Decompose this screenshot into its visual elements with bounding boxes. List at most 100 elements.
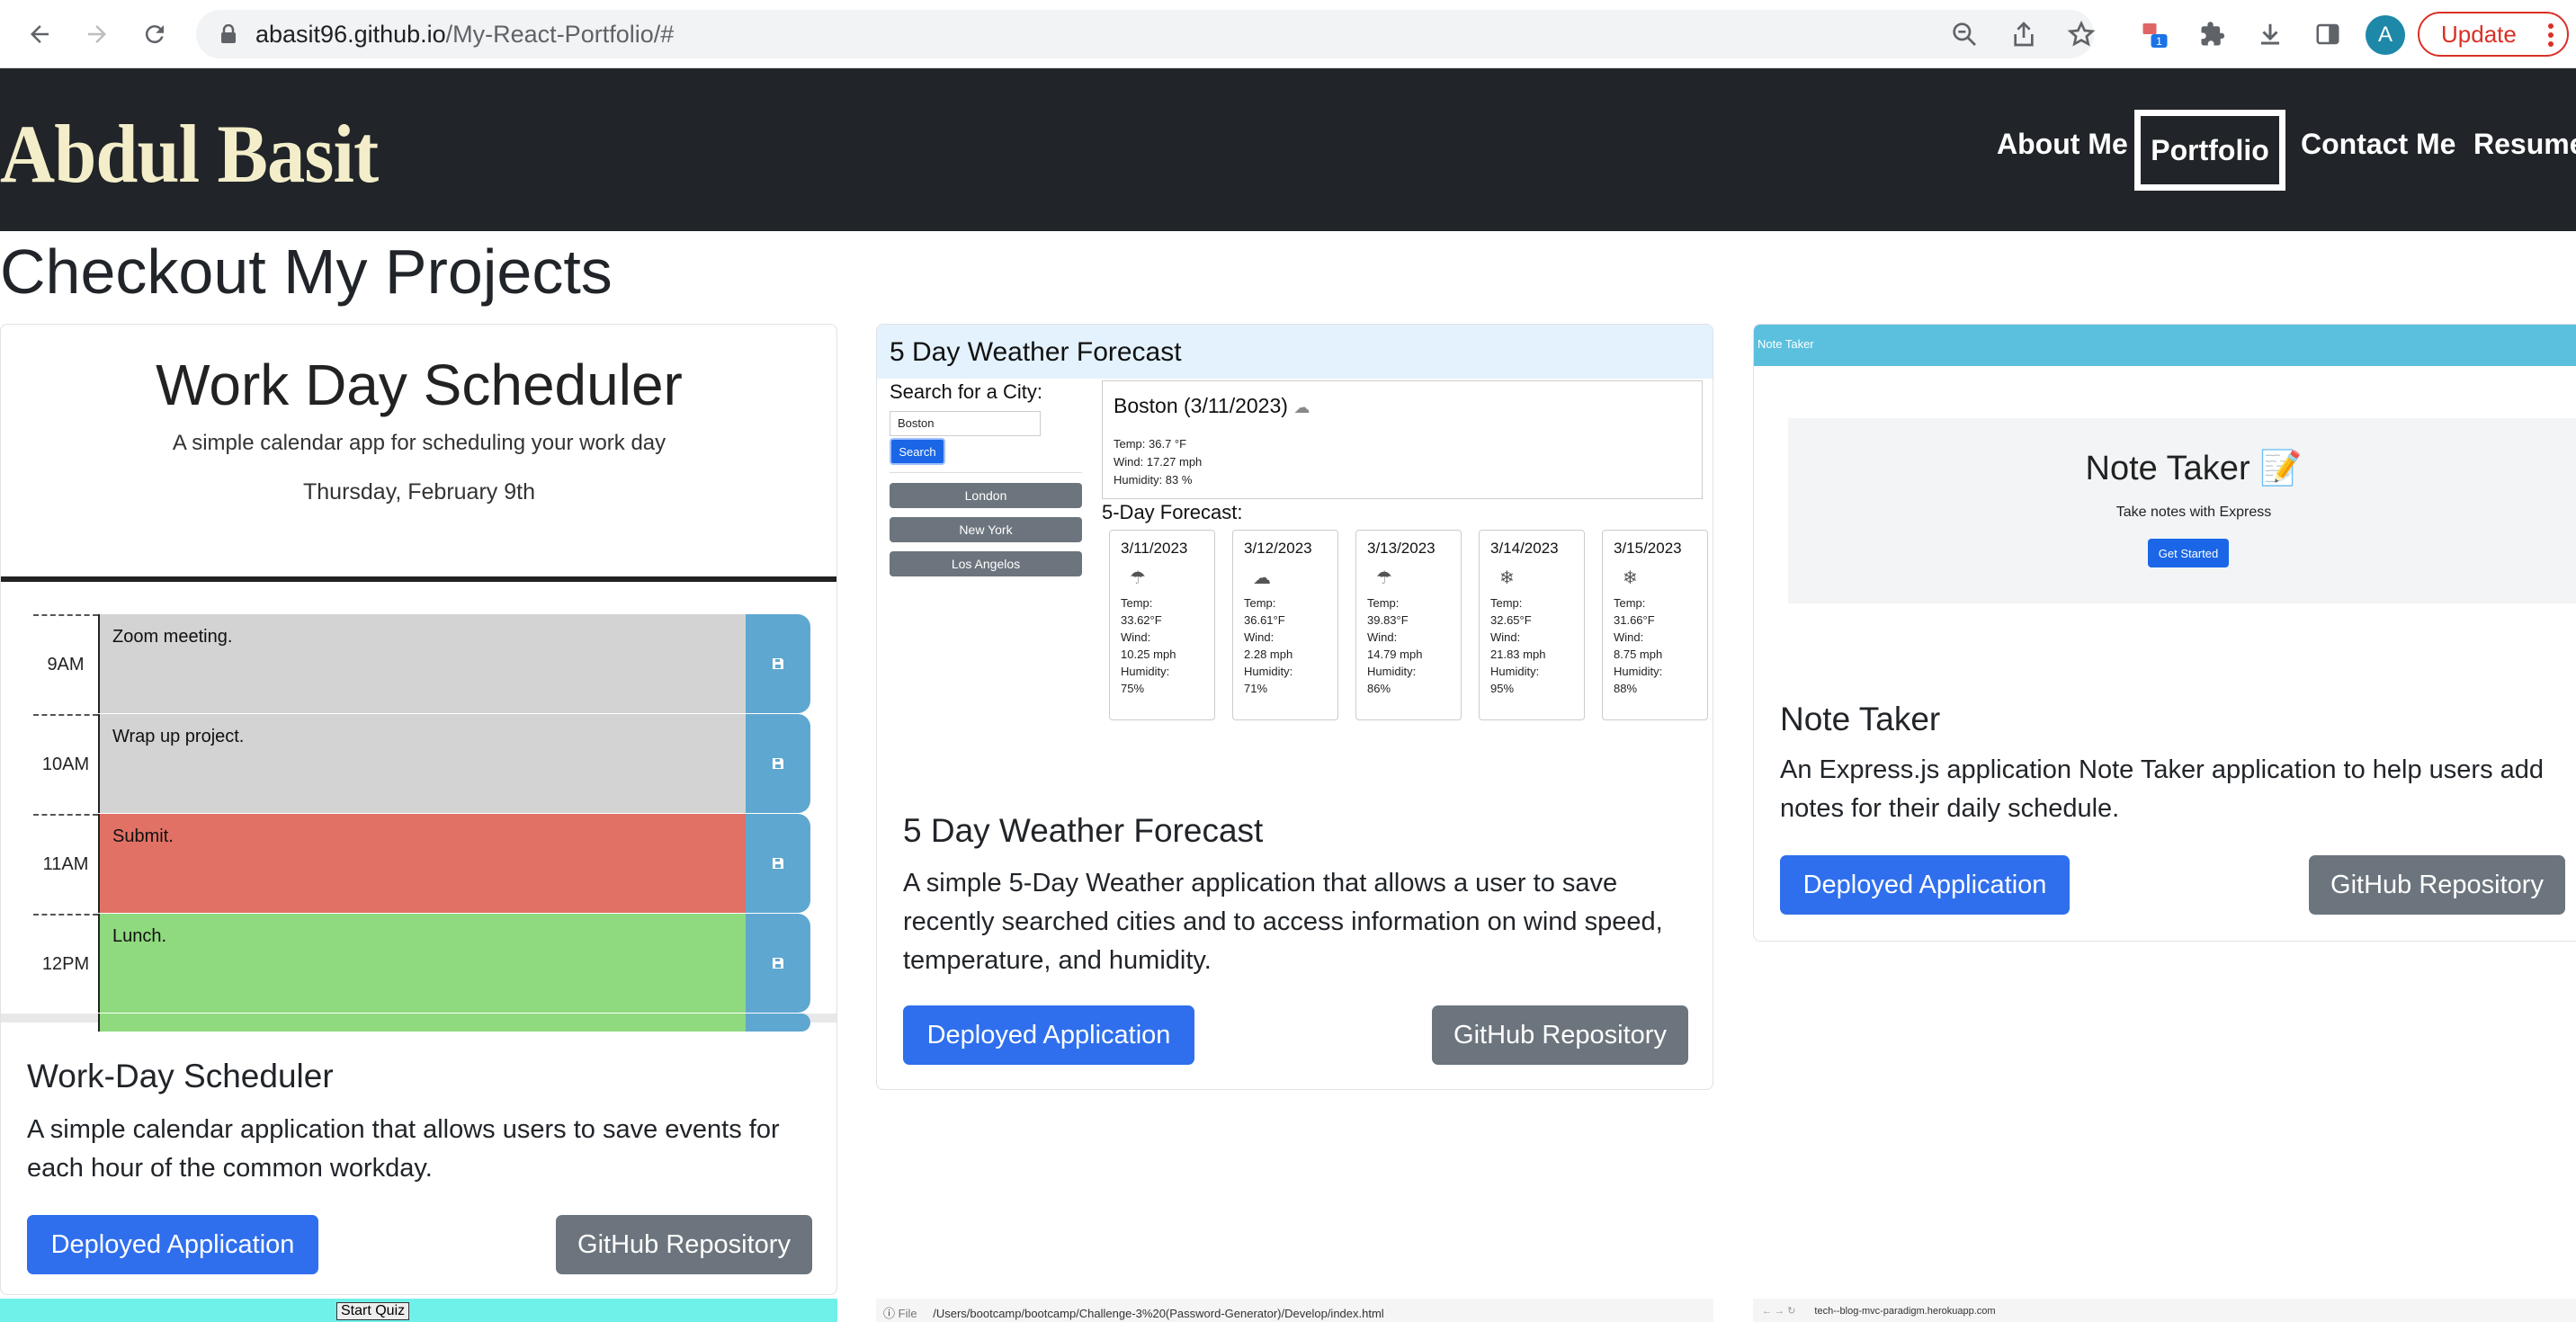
file-scheme: File <box>898 1307 917 1320</box>
side-panel-icon[interactable] <box>2310 16 2346 52</box>
zoom-icon[interactable] <box>1950 20 1979 49</box>
weather-search-input: Boston <box>890 411 1041 436</box>
city-button: New York <box>890 517 1082 542</box>
deployed-application-button[interactable]: Deployed Application <box>27 1215 318 1274</box>
current-wind: Wind: 17.27 mph <box>1114 455 1203 469</box>
note-taker-preview-title: Note Taker 📝 <box>2085 450 2303 487</box>
forecast-temp: 32.65°F <box>1490 613 1532 627</box>
site-header: Abdul Basit About Me Portfolio Contact M… <box>0 68 2576 231</box>
project-card-weather: 5 Day Weather Forecast Search for a City… <box>876 324 1713 1090</box>
weather-divider <box>890 472 1082 473</box>
forecast-label: 5-Day Forecast: <box>1102 501 1243 523</box>
forecast-date: 3/11/2023 <box>1121 540 1188 557</box>
forecast-date: 3/14/2023 <box>1490 540 1559 557</box>
extension-badge-icon[interactable]: 1 <box>2137 16 2173 52</box>
scheduler-preview: Work Day Scheduler A simple calendar app… <box>1 325 836 1032</box>
nav-about-me[interactable]: About Me <box>1997 128 2128 161</box>
github-repository-button[interactable]: GitHub Repository <box>1432 1005 1688 1065</box>
note-taker-navbar: Note Taker <box>1754 325 2576 366</box>
forecast-date: 3/12/2023 <box>1244 540 1312 557</box>
blog-url: tech--blog-mvc-paradigm.herokuapp.com <box>1814 1306 1996 1317</box>
forward-button[interactable] <box>79 16 115 52</box>
save-icon <box>773 758 783 769</box>
nav-resume[interactable]: Resume <box>2473 128 2576 161</box>
update-button[interactable]: Update <box>2418 12 2569 57</box>
weather-icon: ❄ <box>1623 568 1638 588</box>
forecast-wind: 14.79 mph <box>1367 648 1423 661</box>
hour-label: 12PM <box>33 914 98 1013</box>
profile-avatar[interactable]: A <box>2366 15 2405 55</box>
forecast-humidity: 75% <box>1121 682 1145 695</box>
hour-label: 11AM <box>33 814 98 913</box>
project-title: Work-Day Scheduler <box>27 1058 334 1094</box>
time-slot: Submit. <box>98 814 746 913</box>
avatar-letter: A <box>2377 22 2393 47</box>
weather-icon: ❄ <box>1499 568 1515 588</box>
forecast-details: Temp: 31.66°F Wind: 8.75 mph Humidity: 88% <box>1614 596 1663 695</box>
lock-icon <box>221 24 236 43</box>
forecast-humidity: 71% <box>1244 682 1268 695</box>
github-repository-button[interactable]: GitHub Repository <box>2309 855 2565 915</box>
project-title: 5 Day Weather Forecast <box>903 812 1264 849</box>
file-icon: ⓘ <box>883 1307 896 1320</box>
address-bar[interactable]: abasit96.github.io/My-React-Portfolio/# <box>196 10 2096 58</box>
url-text: abasit96.github.io/My-React-Portfolio/# <box>255 10 674 58</box>
site-logo[interactable]: Abdul Basit <box>0 106 379 201</box>
current-weather-panel: Boston (3/11/2023) ☁ Temp: 36.7 °F Wind:… <box>1102 380 1703 499</box>
time-slot <box>98 1014 746 1032</box>
forecast-wind: 10.25 mph <box>1121 648 1176 661</box>
reload-button[interactable] <box>137 16 173 52</box>
city-button: Los Angelos <box>890 551 1082 576</box>
download-icon[interactable] <box>2252 16 2288 52</box>
forecast-card: 3/12/2023 ☁ Temp: 36.61°F Wind: 2.28 mph Hum… <box>1232 530 1338 720</box>
save-button <box>746 914 810 1013</box>
note-taker-preview-subtitle: Take notes with Express <box>2115 505 2272 520</box>
project-description: A simple 5-Day Weather application that … <box>903 869 1663 975</box>
nav-contact-me[interactable]: Contact Me <box>2301 128 2455 161</box>
forward-arrow-icon <box>88 25 106 43</box>
github-repository-button[interactable]: GitHub Repository <box>556 1215 812 1274</box>
save-button <box>746 814 810 913</box>
project-card-note-taker: Note Taker Note Taker 📝 Take notes with … <box>1753 324 2576 942</box>
note-taker-jumbotron: Note Taker 📝 Take notes with Express Get… <box>1788 418 2576 603</box>
extensions-puzzle-icon[interactable] <box>2195 16 2231 52</box>
menu-dots-icon <box>2548 23 2554 47</box>
deployed-application-button[interactable]: Deployed Application <box>903 1005 1194 1065</box>
start-quiz-button: Start Quiz <box>336 1302 410 1320</box>
current-temp: Temp: 36.7 °F <box>1114 437 1187 451</box>
forecast-wind: 8.75 mph <box>1614 648 1663 661</box>
weather-search-button: Search <box>890 438 945 465</box>
get-started-button: Get Started <box>2148 539 2229 567</box>
forecast-humidity: 95% <box>1490 682 1515 695</box>
back-button[interactable] <box>22 16 58 52</box>
project-description: A simple calendar application that allow… <box>27 1115 780 1183</box>
forecast-temp: 39.83°F <box>1367 613 1409 627</box>
deployed-application-button[interactable]: Deployed Application <box>1780 855 2070 915</box>
forecast-details: Temp: 39.83°F Wind: 14.79 mph Humidity: 86% <box>1367 596 1423 695</box>
hour-label: 10AM <box>33 714 98 813</box>
blog-preview-peek: ← → ↻ tech--blog-mvc-paradigm.herokuapp.… <box>1753 1299 2576 1322</box>
bookmark-star-icon[interactable] <box>2067 20 2096 49</box>
project-description: An Express.js application Note Taker app… <box>1780 755 2545 823</box>
quiz-preview-peek: Start Quiz <box>0 1299 837 1322</box>
forecast-wind: 2.28 mph <box>1244 648 1293 661</box>
forecast-temp: 36.61°F <box>1244 613 1285 627</box>
project-card-scheduler: Work Day Scheduler A simple calendar app… <box>0 324 837 1295</box>
forecast-details: Temp: 36.61°F Wind: 2.28 mph Humidity: 71% <box>1244 596 1293 695</box>
forecast-date: 3/15/2023 <box>1614 540 1682 557</box>
save-icon <box>773 658 783 669</box>
forecast-humidity: 88% <box>1614 682 1638 695</box>
update-label: Update <box>2441 20 2517 48</box>
nav-portfolio[interactable]: Portfolio <box>2134 110 2285 191</box>
city-button: London <box>890 483 1082 508</box>
project-title: Note Taker <box>1780 701 1941 737</box>
page-title: Checkout My Projects <box>0 237 613 307</box>
extension-badge-count: 1 <box>2156 35 2162 48</box>
forecast-wind: 21.83 mph <box>1490 648 1546 661</box>
hour-label: 9AM <box>33 614 98 713</box>
share-icon[interactable] <box>2009 20 2038 49</box>
scheduler-preview-subtitle: A simple calendar app for scheduling you… <box>172 431 666 455</box>
scheduler-preview-date: Thursday, February 9th <box>303 479 535 505</box>
forecast-date: 3/13/2023 <box>1367 540 1436 557</box>
current-weather-city-date: Boston (3/11/2023) <box>1114 394 1288 417</box>
